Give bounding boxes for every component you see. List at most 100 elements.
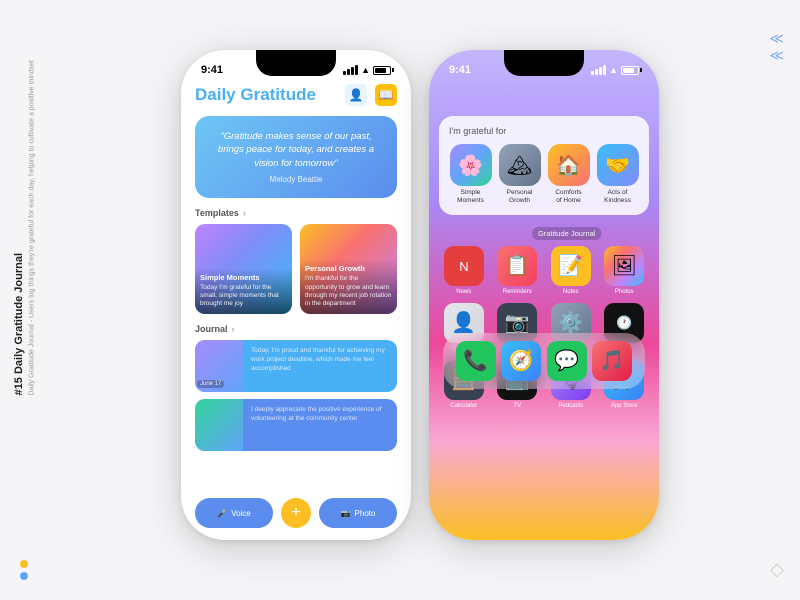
photo-button[interactable]: 📷 Photo — [319, 498, 397, 528]
comforts-icon: 🏠 — [548, 144, 590, 186]
messages-icon[interactable]: 💬 — [547, 341, 587, 381]
entry-1-image: June 17 — [195, 340, 243, 392]
entry-2-text-area: I deeply appreciate the positive experie… — [243, 399, 397, 451]
news-icon[interactable]: N — [444, 246, 484, 286]
add-button[interactable]: + — [281, 498, 311, 528]
arrow-2: ≪ — [769, 47, 784, 64]
template-card-1[interactable]: Simple Moments Today I'm grateful for th… — [195, 224, 292, 314]
card-2-desc: I'm thankful for the opportunity to grow… — [305, 275, 392, 309]
widget-item-simple: 🌸 SimpleMoments — [450, 144, 492, 205]
gratitude-label-text: Gratitude Journal — [532, 227, 602, 240]
profile-icon[interactable]: 👤 — [345, 84, 367, 106]
podcasts-label: Podcasts — [558, 403, 583, 409]
music-icon[interactable]: 🎵 — [592, 341, 632, 381]
right-time: 9:41 — [449, 64, 471, 76]
r-battery-fill — [623, 68, 634, 73]
app-title: Daily Gratitude — [195, 85, 316, 105]
calculator-label: Calculator — [450, 403, 477, 409]
comforts-label: Comfortsof Home — [555, 189, 581, 205]
app-photos[interactable]: 🖼 Photos — [601, 246, 647, 295]
entry-1-text-area: Today, I'm proud and thankful for achiev… — [243, 340, 397, 392]
bottom-action-bar: 🎤 Voice + 📷 Photo — [181, 498, 411, 528]
signal-2 — [347, 69, 350, 75]
acts-label: Acts ofKindness — [604, 189, 631, 205]
journal-entry-2[interactable]: I deeply appreciate the positive experie… — [195, 399, 397, 451]
entry-1-date: June 17 — [197, 380, 224, 388]
sidebar-description: Daily Gratitude Journal - Users log thin… — [27, 60, 37, 395]
left-notch — [256, 50, 336, 76]
quote-section: "Gratitude makes sense of our past, brin… — [195, 116, 397, 198]
news-svg: N — [453, 255, 475, 277]
personal-growth-label: PersonalGrowth — [507, 189, 533, 205]
left-status-icons: ▲ — [343, 65, 391, 75]
card-1-desc: Today I'm grateful for the small, simple… — [200, 284, 287, 309]
phones-container: 9:41 ▲ Daily Gratitude 👤 📖 — [70, 20, 770, 570]
reminders-label: Reminders — [503, 289, 532, 295]
templates-arrow: › — [243, 208, 246, 218]
left-content: Daily Gratitude 👤 📖 "Gratitude makes sen… — [181, 82, 411, 540]
dock-safari[interactable]: 🧭 — [501, 341, 541, 381]
battery-icon — [373, 66, 391, 75]
dock-music[interactable]: 🎵 — [592, 341, 632, 381]
app-news[interactable]: N News — [441, 246, 487, 295]
right-phone: 9:41 ▲ I'm grateful for — [429, 50, 659, 540]
card-1-title: Simple Moments — [200, 273, 287, 282]
left-phone: 9:41 ▲ Daily Gratitude 👤 📖 — [181, 50, 411, 540]
reminders-icon[interactable]: 📋 — [497, 246, 537, 286]
app-number: #15 Daily Gratitude Journal — [12, 66, 27, 395]
templates-label: Templates › — [195, 208, 397, 218]
templates-row: Simple Moments Today I'm grateful for th… — [195, 224, 397, 314]
arrow-1: ≪ — [769, 30, 784, 47]
dock-messages[interactable]: 💬 — [547, 341, 587, 381]
signal-3 — [351, 67, 354, 75]
template-card-2[interactable]: Personal Growth I'm thankful for the opp… — [300, 224, 397, 314]
r-signal-4 — [603, 65, 606, 75]
blue-dot — [20, 572, 28, 580]
appstore-label: App Store — [611, 403, 638, 409]
notes-label: Notes — [563, 289, 579, 295]
journal-label: Journal › — [195, 324, 397, 334]
widget-icons-row: 🌸 SimpleMoments 🏔 PersonalGrowth 🏠 Comfo… — [449, 144, 639, 205]
camera-icon: 📷 — [341, 509, 351, 518]
sidebar-label: #15 Daily Gratitude Journal Daily Gratit… — [12, 60, 72, 395]
r-battery-icon — [621, 66, 639, 75]
r-wifi-icon: ▲ — [609, 65, 618, 75]
orange-dot — [20, 560, 28, 568]
signal-4 — [355, 65, 358, 75]
widget-item-acts: 🤝 Acts ofKindness — [597, 144, 639, 205]
dock: 📞 🧭 💬 🎵 — [443, 333, 645, 389]
r-signal-3 — [599, 67, 602, 75]
entry-1-header: Today, I'm proud and thankful for achiev… — [251, 346, 389, 373]
acts-icon: 🤝 — [597, 144, 639, 186]
journal-entry-1[interactable]: June 17 Today, I'm proud and thankful fo… — [195, 340, 397, 392]
notes-icon[interactable]: 📝 — [551, 246, 591, 286]
widget-title: I'm grateful for — [449, 126, 639, 136]
simple-moments-label: SimpleMoments — [457, 189, 484, 205]
signal-1 — [343, 71, 346, 75]
r-signal-2 — [595, 69, 598, 75]
gratitude-section-label: Gratitude Journal — [429, 223, 659, 244]
news-label: News — [456, 289, 471, 295]
voice-button[interactable]: 🎤 Voice — [195, 498, 273, 528]
header-icons: 👤 📖 — [345, 84, 397, 106]
dock-phone[interactable]: 📞 — [456, 341, 496, 381]
quote-author: Melody Beattie — [207, 175, 385, 184]
card-2-title: Personal Growth — [305, 264, 392, 273]
app-notes[interactable]: 📝 Notes — [548, 246, 594, 295]
journal-entries: June 17 Today, I'm proud and thankful fo… — [195, 340, 397, 451]
quote-text: "Gratitude makes sense of our past, brin… — [207, 130, 385, 170]
phone-icon[interactable]: 📞 — [456, 341, 496, 381]
safari-icon[interactable]: 🧭 — [501, 341, 541, 381]
diamond-icon: ◇ — [770, 559, 784, 580]
tv-label: TV — [513, 403, 521, 409]
simple-moments-icon: 🌸 — [450, 144, 492, 186]
voice-icon: 🎤 — [217, 509, 227, 518]
book-icon[interactable]: 📖 — [375, 84, 397, 106]
app-reminders[interactable]: 📋 Reminders — [494, 246, 540, 295]
app-row-1: N News 📋 Reminders 📝 Notes 🖼 Photo — [437, 246, 651, 295]
widget-item-comforts: 🏠 Comfortsof Home — [548, 144, 590, 205]
photos-icon[interactable]: 🖼 — [604, 246, 644, 286]
battery-fill — [375, 68, 386, 73]
entry-2-text: I deeply appreciate the positive experie… — [251, 405, 389, 423]
left-time: 9:41 — [201, 64, 223, 76]
